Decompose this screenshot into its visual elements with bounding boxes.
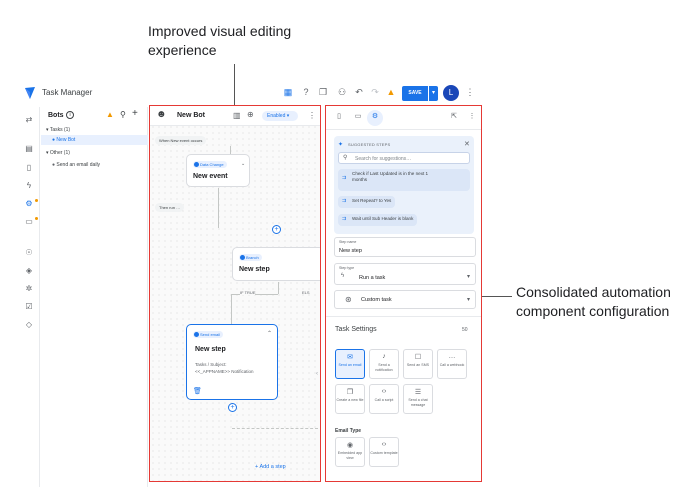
bot-icon: ● xyxy=(52,162,56,168)
bots-item-new-bot[interactable]: ● New Bot xyxy=(52,137,75,143)
more-menu-icon[interactable]: ⋮ xyxy=(464,87,476,98)
views-rail-icon[interactable]: ▯ xyxy=(23,163,35,172)
table-icon[interactable]: ▦ xyxy=(282,87,294,98)
callout-configuration-line2: component configuration xyxy=(516,303,670,319)
bots-group-other[interactable]: ▾ Other (1) xyxy=(46,150,70,156)
data-rail-icon[interactable]: ▤ xyxy=(23,144,35,153)
security-rail-icon[interactable]: ◈ xyxy=(23,266,35,275)
bots-info-icon[interactable]: i xyxy=(66,111,74,119)
chat-rail-icon[interactable]: ▭ xyxy=(23,217,35,226)
callout-visual-editing-line2: experience xyxy=(148,42,217,58)
warning-icon[interactable]: ▲ xyxy=(385,87,397,97)
manage-rail-icon[interactable]: ☑ xyxy=(23,302,35,311)
bots-add-icon[interactable]: + xyxy=(132,108,138,119)
bot-icon: ● xyxy=(52,137,56,143)
bots-item-send-email[interactable]: ● Send an email daily xyxy=(52,162,100,168)
bots-group-other-label: Other (1) xyxy=(49,150,70,156)
bots-group-tasks-label: Tasks (1) xyxy=(49,127,71,133)
actions-rail-icon[interactable]: ϟ xyxy=(23,181,35,190)
bots-item-send-email-label: Send an email daily xyxy=(56,162,101,168)
callout-configuration: Consolidated automation component config… xyxy=(516,283,671,321)
bots-rail-icon[interactable]: ⚙ xyxy=(23,199,35,208)
bots-warning-icon[interactable]: ▲ xyxy=(106,110,114,119)
bots-group-tasks[interactable]: ▾ Tasks (1) xyxy=(46,127,70,133)
bots-item-new-bot-label: New Bot xyxy=(56,137,76,143)
ideas-rail-icon[interactable]: ☉ xyxy=(23,248,35,257)
canvas-highlight-box xyxy=(149,105,321,482)
bots-title: Bots xyxy=(48,112,64,119)
copy-icon[interactable]: ❐ xyxy=(317,87,329,98)
chat-rail-dot xyxy=(35,217,38,220)
save-dropdown-button[interactable]: ▾ xyxy=(429,86,438,101)
callout-visual-editing-line1: Improved visual editing xyxy=(148,23,292,39)
callout-configuration-line1: Consolidated automation xyxy=(516,284,671,300)
app-logo-icon xyxy=(25,87,35,99)
left-rail: ⇄ ▤ ▯ ϟ ⚙ ▭ ☉ ◈ ✲ ☑ ◇ xyxy=(20,107,40,487)
config-highlight-box xyxy=(325,105,482,482)
avatar[interactable]: L xyxy=(443,85,459,101)
add-user-icon[interactable]: ⚇ xyxy=(336,87,348,98)
bots-rail-dot xyxy=(35,199,38,202)
app-header: Task Manager ▦ ? ❐ ⚇ ↶ ↷ ▲ SAVE ▾ L ⋮ xyxy=(20,82,482,106)
app-title: Task Manager xyxy=(42,88,93,97)
automation-rail-icon[interactable]: ⇄ xyxy=(23,115,35,124)
callout-right-leader xyxy=(482,296,512,297)
bots-search-icon[interactable]: ⚲ xyxy=(120,110,126,119)
callout-visual-editing: Improved visual editing experience xyxy=(148,22,291,60)
undo-icon[interactable]: ↶ xyxy=(353,87,365,98)
bots-panel: Bots i ▲ ⚲ + ▾ Tasks (1) ● New Bot ▾ Oth… xyxy=(41,107,148,487)
save-button[interactable]: SAVE xyxy=(402,86,428,101)
redo-icon[interactable]: ↷ xyxy=(369,87,381,98)
settings-rail-icon[interactable]: ✲ xyxy=(23,284,35,293)
help-icon[interactable]: ? xyxy=(300,87,312,97)
learn-rail-icon[interactable]: ◇ xyxy=(23,320,35,329)
